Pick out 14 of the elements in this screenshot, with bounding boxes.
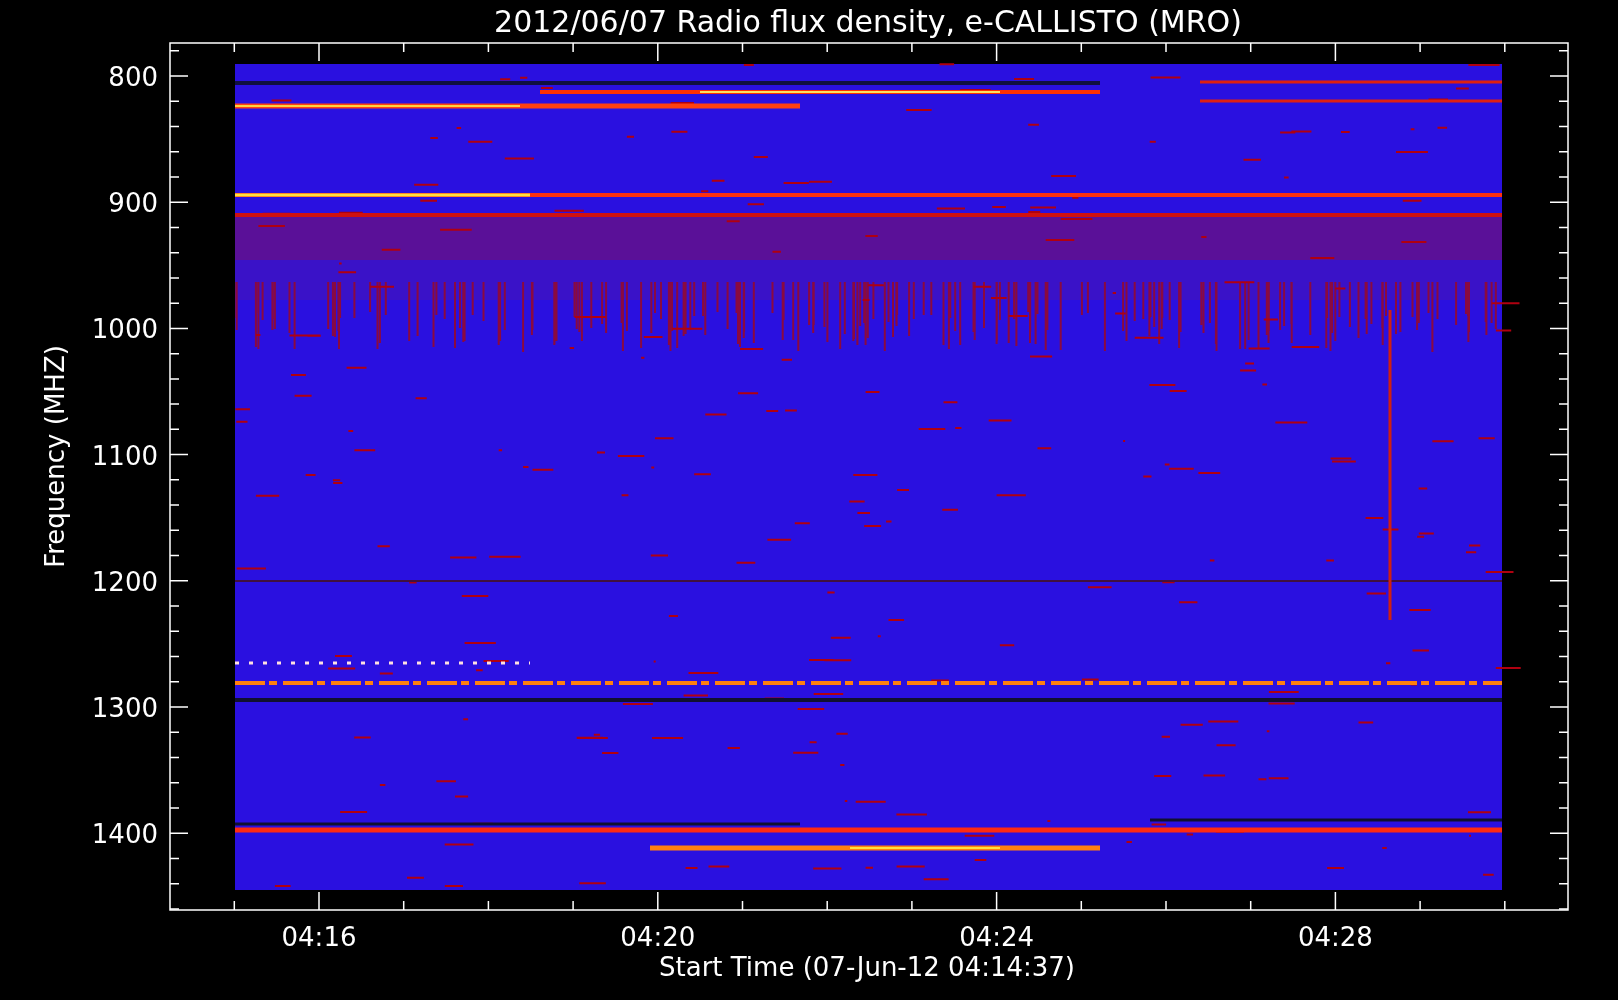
tick-label: 04:24 <box>959 922 1035 952</box>
tick-label: 04:28 <box>1297 922 1373 952</box>
tick-label: 1100 <box>91 440 158 471</box>
tick-label: 04:16 <box>281 922 357 952</box>
tick-label: 800 <box>108 62 158 92</box>
tick-label: 1000 <box>91 314 158 345</box>
tick-label: 1200 <box>91 566 158 597</box>
chart-title: 2012/06/07 Radio flux density, e-CALLISTO (MRO) <box>494 4 1242 39</box>
axis-label: Start Time (07-Jun-12 04:14:37) <box>659 952 1075 982</box>
tick-label: 900 <box>108 188 158 219</box>
tick-label: 1400 <box>91 819 158 850</box>
tick-label: 1300 <box>91 693 158 723</box>
axis-label: Frequency (MHZ) <box>40 345 70 568</box>
tick-label: 04:20 <box>620 922 696 952</box>
